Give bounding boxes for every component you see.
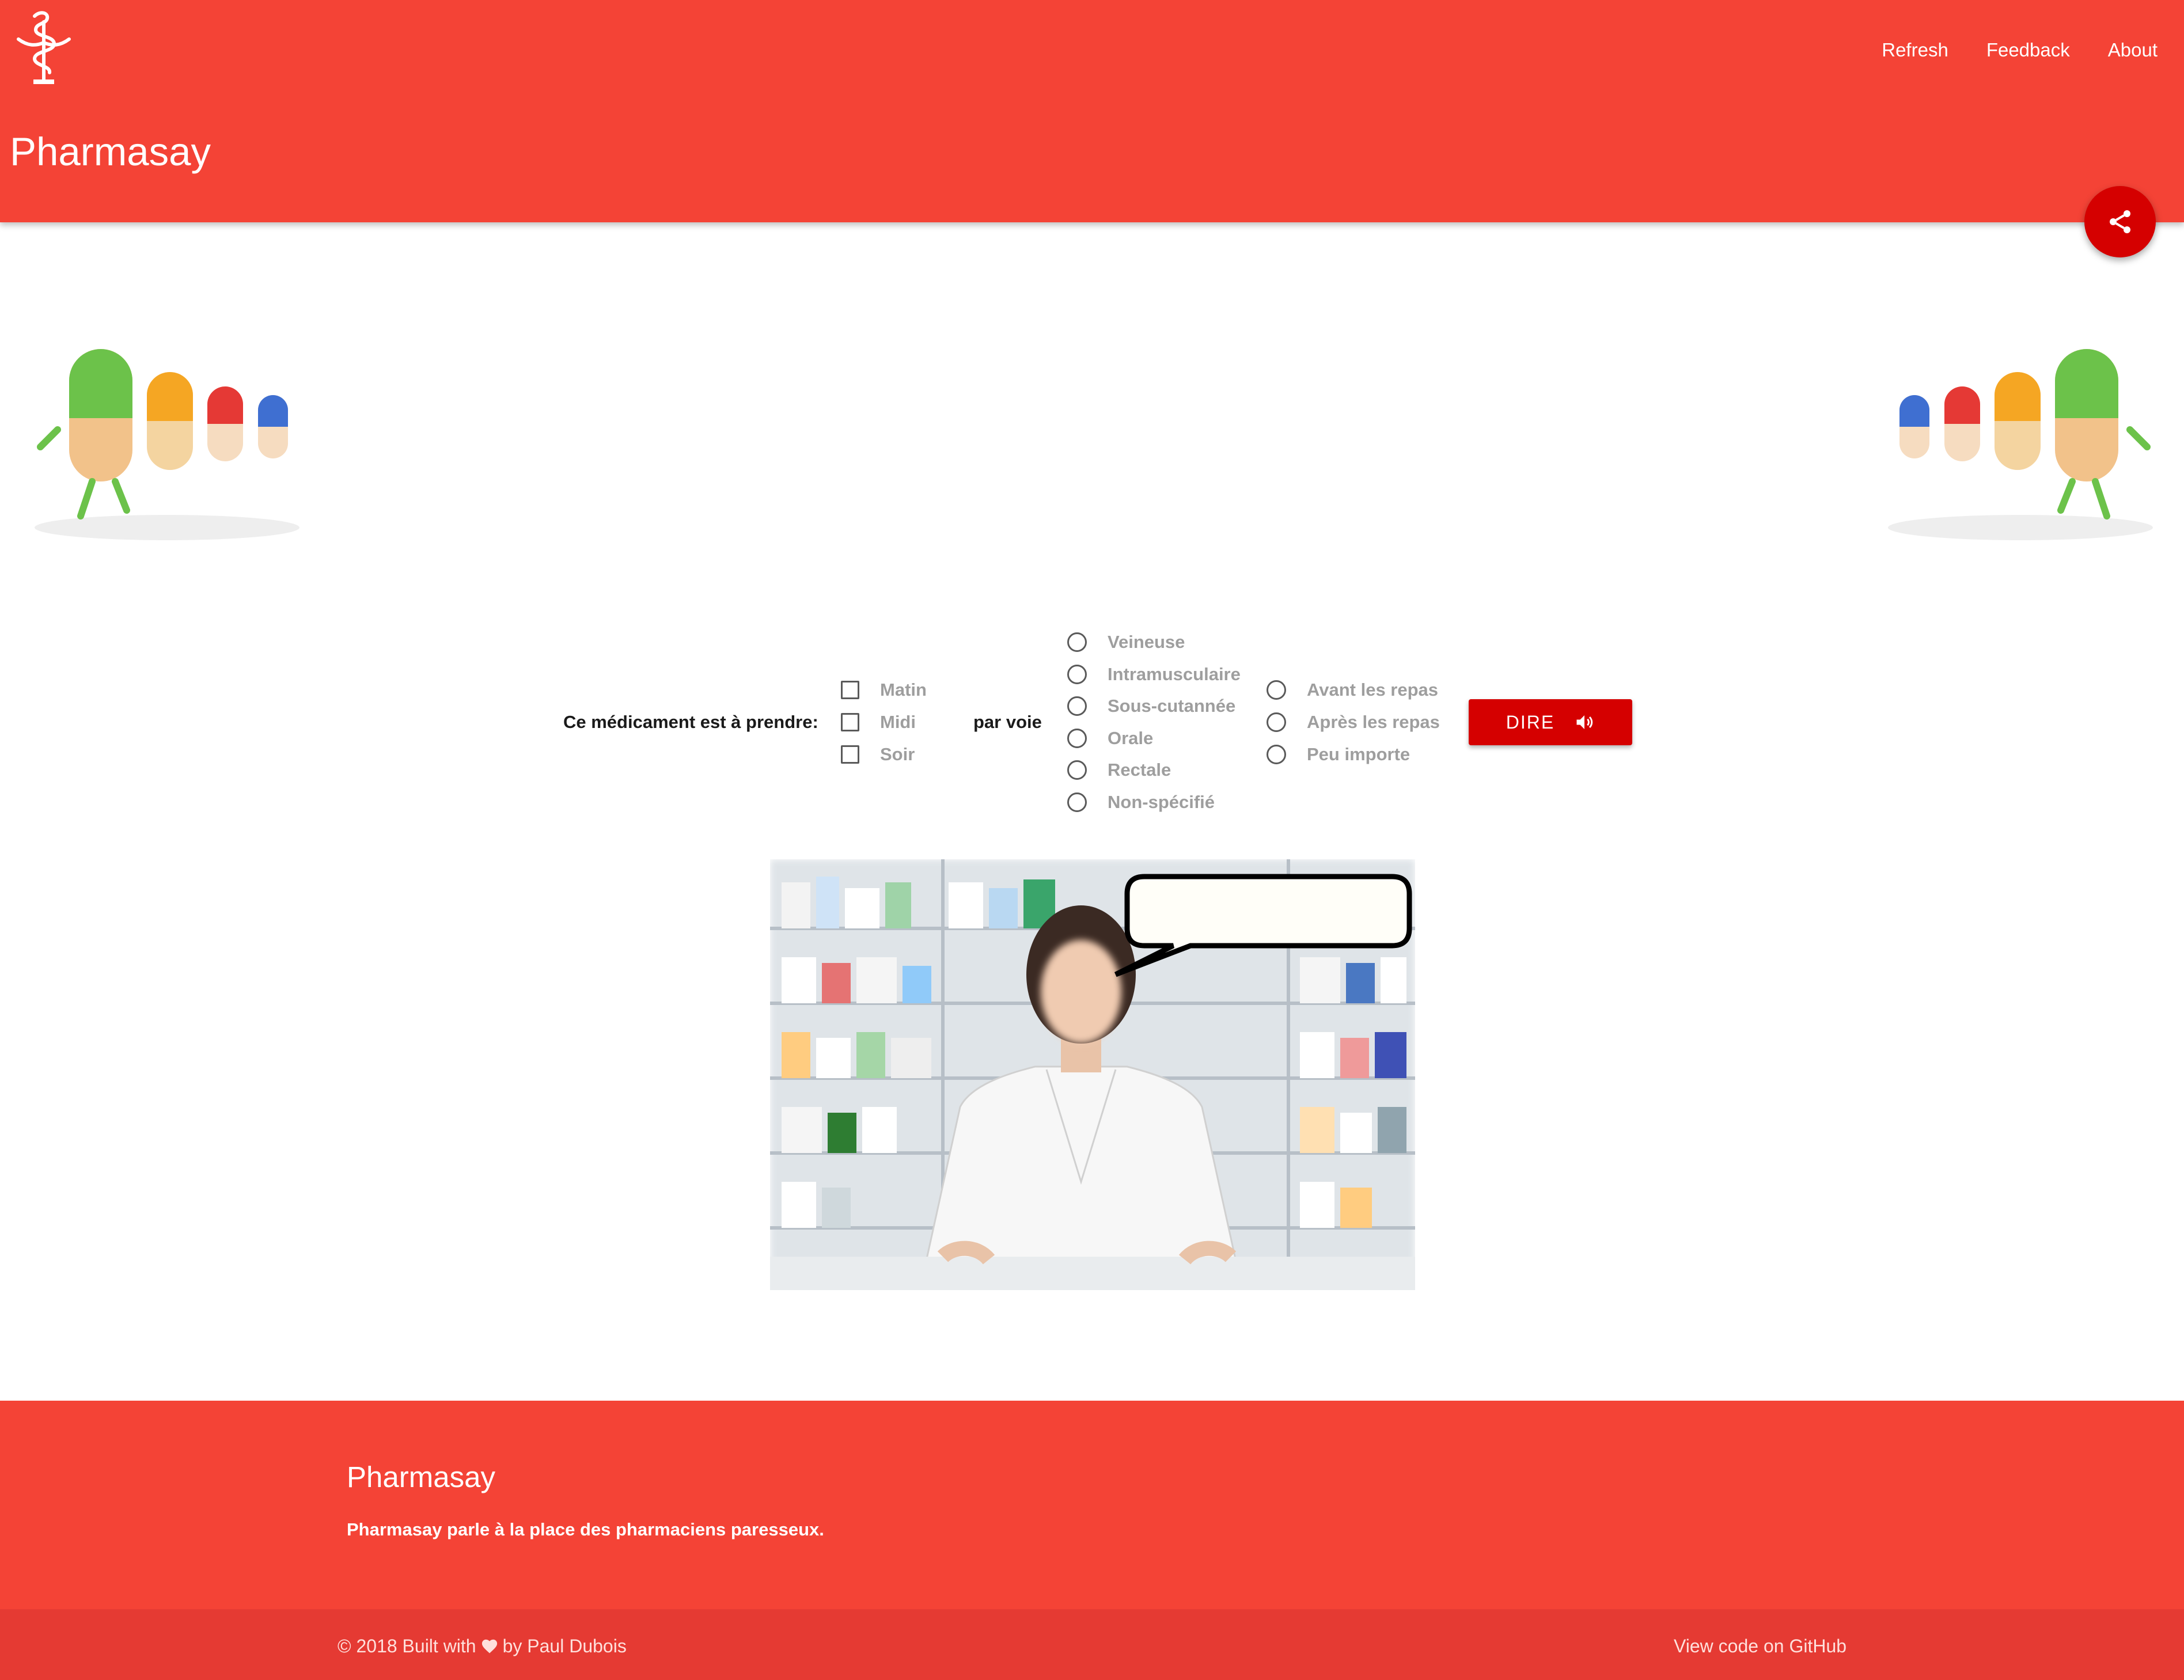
share-button[interactable] [2084, 186, 2156, 257]
radio-sous-cutannee[interactable]: Sous-cutannée [1067, 695, 1235, 718]
checkbox-soir[interactable]: Soir [841, 743, 915, 766]
footer-description: Pharmasay parle à la place des pharmacie… [347, 1519, 824, 1539]
prompt-label: Ce médicament est à prendre: [563, 712, 818, 732]
radio-circle[interactable] [1267, 745, 1286, 764]
share-icon [2110, 210, 2130, 233]
radio-circle[interactable] [1067, 696, 1087, 716]
checkbox-box[interactable] [841, 681, 859, 699]
checkbox-label: Soir [880, 744, 915, 764]
radio-apres-repas[interactable]: Après les repas [1267, 711, 1440, 734]
route-label: par voie [973, 712, 1042, 732]
github-link[interactable]: View code on GitHub [1674, 1635, 1846, 1658]
say-button-label: DIRE [1506, 711, 1555, 733]
footer-bottom-bar [0, 1609, 2184, 1680]
pharmacist-image [770, 859, 1415, 1290]
heart-icon [481, 1639, 497, 1654]
radio-avant-repas[interactable]: Avant les repas [1267, 678, 1438, 701]
checkbox-box[interactable] [841, 713, 859, 731]
refresh-link[interactable]: Refresh [1882, 36, 1948, 65]
radio-orale[interactable]: Orale [1067, 727, 1153, 750]
checkbox-label: Matin [880, 680, 927, 700]
radio-circle[interactable] [1067, 760, 1087, 780]
radio-circle[interactable] [1067, 632, 1087, 652]
radio-circle[interactable] [1267, 680, 1286, 700]
volume-icon [1576, 715, 1593, 729]
radio-label: Non-spécifié [1108, 792, 1215, 812]
radio-label: Rectale [1108, 760, 1171, 780]
say-button[interactable]: DIRE [1469, 699, 1632, 745]
radio-label: Intramusculaire [1108, 664, 1241, 684]
radio-intramusculaire[interactable]: Intramusculaire [1067, 663, 1241, 686]
pill-characters-image [35, 349, 299, 540]
radio-peu-importe[interactable]: Peu importe [1267, 743, 1410, 766]
copyright-prefix: © 2018 Built with [338, 1636, 476, 1656]
radio-circle[interactable] [1067, 792, 1087, 812]
radio-veineuse[interactable]: Veineuse [1067, 631, 1185, 654]
checkbox-label: Midi [880, 712, 916, 732]
radio-non-specifie[interactable]: Non-spécifié [1067, 791, 1215, 814]
radio-label: Après les repas [1307, 712, 1440, 732]
copyright: © 2018 Built with by Paul Dubois [338, 1635, 627, 1658]
checkbox-midi[interactable]: Midi [841, 711, 916, 734]
top-app-bar: Refresh Feedback About Pharmasay [0, 0, 2184, 222]
checkbox-box[interactable] [841, 745, 859, 764]
radio-label: Peu importe [1307, 744, 1410, 764]
radio-circle[interactable] [1067, 665, 1087, 684]
copyright-suffix: by Paul Dubois [502, 1636, 627, 1656]
about-link[interactable]: About [2108, 36, 2158, 65]
checkbox-matin[interactable]: Matin [841, 678, 927, 701]
radio-circle[interactable] [1267, 712, 1286, 732]
radio-label: Veineuse [1108, 632, 1185, 652]
pill-characters-image [1888, 349, 2153, 540]
radio-label: Avant les repas [1307, 680, 1439, 700]
radio-label: Orale [1108, 728, 1154, 748]
radio-label: Sous-cutannée [1108, 696, 1236, 716]
radio-circle[interactable] [1067, 729, 1087, 748]
radio-rectale[interactable]: Rectale [1067, 759, 1171, 782]
feedback-link[interactable]: Feedback [1986, 36, 2070, 65]
top-nav: Refresh Feedback About [1882, 36, 2158, 65]
caduceus-icon[interactable] [10, 10, 77, 88]
page-title: Pharmasay [10, 130, 211, 174]
footer-title: Pharmasay [347, 1461, 495, 1493]
